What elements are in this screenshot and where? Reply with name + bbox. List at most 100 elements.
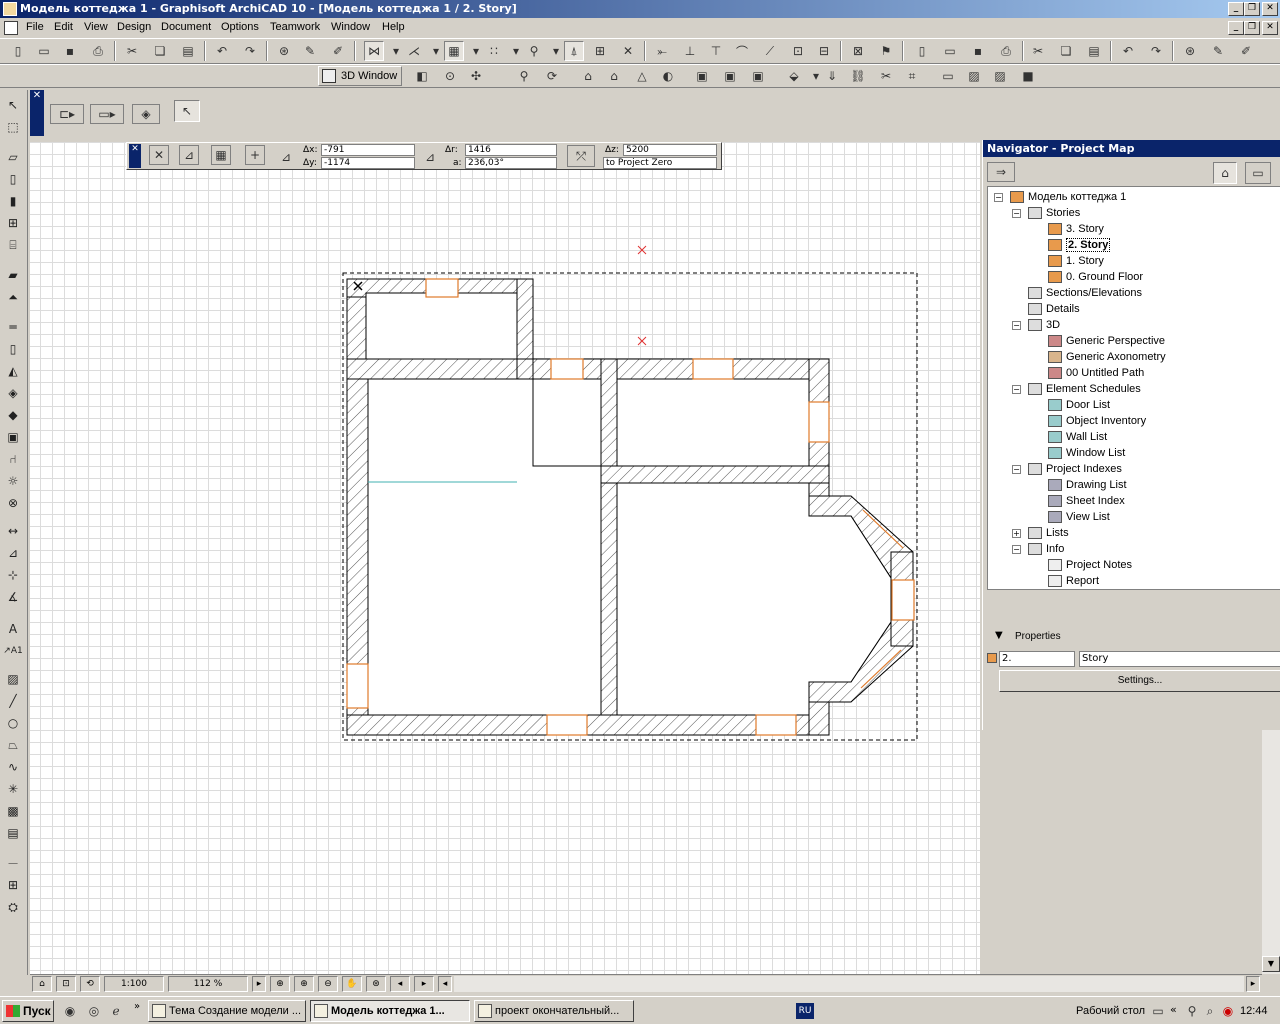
- dropdown-arrow-icon[interactable]: ▾: [386, 41, 406, 61]
- angle-field[interactable]: 236,03°: [465, 157, 557, 169]
- vertical-scrollbar[interactable]: ▼: [1262, 730, 1280, 974]
- desktop-label[interactable]: Рабочий стол: [1076, 1005, 1145, 1017]
- tree-node-object-inventory[interactable]: Object Inventory: [1048, 413, 1146, 429]
- scale-field[interactable]: 1:100: [104, 976, 164, 992]
- language-indicator[interactable]: RU: [796, 1003, 814, 1019]
- drawing-tool-icon[interactable]: ▤: [3, 824, 23, 842]
- ie-icon[interactable]: ℯ: [106, 1001, 126, 1021]
- dropdown-arrow-icon[interactable]: ▾: [506, 41, 526, 61]
- suspend-groups-icon[interactable]: ⋌: [404, 41, 424, 61]
- render-icon[interactable]: ▣: [748, 66, 768, 86]
- copy-view-icon[interactable]: ▣: [692, 66, 712, 86]
- tree-node-details[interactable]: Details: [1028, 301, 1080, 317]
- dropdown-arrow-icon[interactable]: ▾: [546, 41, 566, 61]
- zoom-in-icon[interactable]: ⊕: [294, 976, 314, 992]
- cut-icon[interactable]: ✂: [122, 41, 142, 61]
- arrow-down-icon[interactable]: ⇓: [822, 66, 842, 86]
- story-number-field[interactable]: 2.: [999, 651, 1075, 667]
- grid-snap-icon[interactable]: ⋈: [364, 41, 384, 61]
- horizontal-scrollbar[interactable]: [454, 976, 1244, 992]
- dropdown-arrow-icon[interactable]: ▾: [426, 41, 446, 61]
- figure-tool-icon[interactable]: ▩: [3, 802, 23, 820]
- ungroup-icon[interactable]: ⊟: [814, 41, 834, 61]
- label-tool-icon[interactable]: ↗A1: [3, 642, 23, 660]
- plot-icon[interactable]: ⌗: [902, 66, 922, 86]
- tree-node-3d[interactable]: 3D: [1028, 317, 1060, 333]
- dz-field[interactable]: 5200: [623, 144, 717, 156]
- collapse-icon[interactable]: −: [1012, 209, 1021, 218]
- marquee-icon[interactable]: ⬚: [3, 118, 23, 136]
- previous-zoom-icon[interactable]: ◂: [390, 976, 410, 992]
- beam-tool-icon[interactable]: ═: [3, 318, 23, 336]
- arrow-select-icon[interactable]: ↖: [3, 96, 23, 114]
- layers-icon[interactable]: ⬙: [784, 66, 804, 86]
- close-x-icon[interactable]: ✕: [618, 41, 638, 61]
- dimension-tool-icon[interactable]: ↔: [3, 522, 23, 540]
- tree-node-sheet-index[interactable]: Sheet Index: [1048, 493, 1125, 509]
- curtain-wall-icon[interactable]: ⊞: [3, 214, 23, 232]
- tree-node-indexes[interactable]: Project Indexes: [1028, 461, 1122, 477]
- 3d-box-icon[interactable]: ◧: [412, 66, 432, 86]
- window-icon[interactable]: ▭: [938, 66, 958, 86]
- window-tool-icon[interactable]: ▮: [3, 192, 23, 210]
- start-button[interactable]: Пуск: [2, 1000, 54, 1022]
- layer-view-icon[interactable]: ⌂: [32, 976, 52, 992]
- object-tool-icon[interactable]: ◈: [3, 384, 23, 402]
- snap-grid-icon[interactable]: ▦: [211, 145, 231, 165]
- image-icon[interactable]: ▨: [990, 66, 1010, 86]
- info-box-close[interactable]: ✕: [30, 90, 44, 136]
- dx-field[interactable]: -791: [321, 144, 415, 156]
- detail-tool-icon[interactable]: ⊞: [3, 876, 23, 894]
- tree-node-story-3[interactable]: 3. Story: [1048, 221, 1104, 237]
- open-icon[interactable]: ▭: [34, 41, 54, 61]
- menu-help[interactable]: Help: [382, 21, 405, 33]
- spline-tool-icon[interactable]: ∿: [3, 758, 23, 776]
- scroll-left-icon[interactable]: ◂: [438, 976, 452, 992]
- tree-node-info[interactable]: Info: [1028, 541, 1064, 557]
- picture-icon[interactable]: ▨: [964, 66, 984, 86]
- view-map-icon[interactable]: ▭: [1245, 162, 1271, 184]
- dropdown-arrow-icon[interactable]: ▾: [466, 41, 486, 61]
- group-icon[interactable]: ⊡: [788, 41, 808, 61]
- redo-icon[interactable]: ↷: [240, 41, 260, 61]
- light-tool-icon[interactable]: ☼: [3, 472, 23, 490]
- 3d-window-button[interactable]: 3D Window: [318, 66, 403, 86]
- rectangle-method-icon[interactable]: ▭▸: [90, 104, 124, 124]
- task-button[interactable]: Тема Создание модели ...: [148, 1000, 306, 1022]
- radial-dimension-icon[interactable]: ⊹: [3, 566, 23, 584]
- copy-icon[interactable]: ❏: [150, 41, 170, 61]
- trace-icon[interactable]: ⚲: [524, 41, 544, 61]
- arrow-tool-icon[interactable]: ↖: [174, 100, 200, 122]
- tree-node-stories[interactable]: Stories: [1028, 205, 1080, 221]
- column-tool-icon[interactable]: ▯: [3, 340, 23, 358]
- navigator-menu-icon[interactable]: ⇒: [987, 162, 1015, 182]
- arc-tool-icon[interactable]: ⏢: [3, 736, 23, 754]
- find-select-icon-2[interactable]: ⊛: [1180, 41, 1200, 61]
- tree-node-path[interactable]: 00 Untitled Path: [1048, 365, 1144, 381]
- browser-icon[interactable]: ◎: [84, 1001, 104, 1021]
- zoom-arrow-icon[interactable]: ▸: [252, 976, 266, 992]
- paste-icon-2[interactable]: ▤: [1084, 41, 1104, 61]
- network-icon[interactable]: ⚲: [1182, 1001, 1202, 1021]
- redo-icon-2[interactable]: ↷: [1146, 41, 1166, 61]
- grid-constraint-icon[interactable]: ⊿: [179, 145, 199, 165]
- tree-node-report[interactable]: Report: [1048, 573, 1099, 589]
- adjust-icon[interactable]: ⤜: [652, 41, 672, 61]
- tree-node-window-list[interactable]: Window List: [1048, 445, 1125, 461]
- project-map-icon[interactable]: ⌂: [1213, 162, 1237, 184]
- chair-tool-icon[interactable]: ⑁: [3, 450, 23, 468]
- menu-options[interactable]: Options: [221, 21, 259, 33]
- walk-icon[interactable]: ⚲: [514, 66, 534, 86]
- menu-design[interactable]: Design: [117, 21, 151, 33]
- save-icon[interactable]: ▪: [60, 41, 80, 61]
- section-tool-icon[interactable]: ⏤: [3, 854, 23, 872]
- new-icon[interactable]: ▯: [8, 41, 28, 61]
- menu-edit[interactable]: Edit: [54, 21, 73, 33]
- worksheet-tool-icon[interactable]: ⛭: [3, 898, 23, 916]
- stair-tool-icon[interactable]: ⌸: [3, 236, 23, 254]
- next-zoom-icon[interactable]: ▸: [414, 976, 434, 992]
- tree-node-project[interactable]: Модель коттеджа 1: [1010, 189, 1126, 205]
- doc-minimize-button[interactable]: _: [1228, 21, 1244, 35]
- elevation-icon[interactable]: ⌂: [578, 66, 598, 86]
- paste-view-icon[interactable]: ▣: [720, 66, 740, 86]
